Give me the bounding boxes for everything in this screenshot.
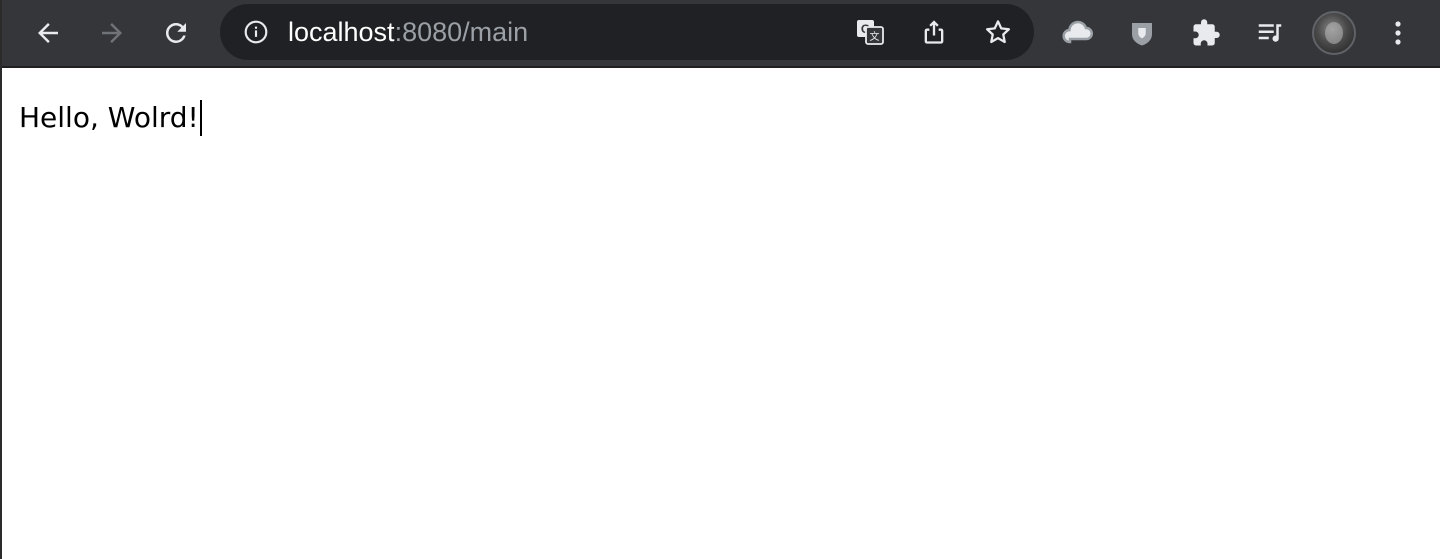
browser-toolbar: localhost:8080/main G 文 [2, 0, 1440, 68]
media-queue-button[interactable] [1250, 13, 1290, 53]
extensions-button[interactable] [1186, 13, 1226, 53]
share-button[interactable] [914, 12, 954, 52]
bookmark-button[interactable] [978, 12, 1018, 52]
reload-icon [165, 22, 186, 43]
arrow-left-icon [38, 23, 58, 43]
url-text[interactable]: localhost:8080/main [288, 16, 528, 48]
svg-text:文: 文 [870, 30, 880, 43]
browser-menu-button[interactable] [1378, 13, 1418, 53]
url-host: localhost [288, 17, 395, 47]
address-bar[interactable]: localhost:8080/main G 文 [220, 4, 1034, 60]
text-caret [199, 100, 202, 136]
media-queue-icon [1258, 24, 1282, 42]
hello-text-value: Hello, Wolrd! [19, 101, 199, 134]
cloud-icon [1062, 20, 1094, 44]
extension-cloud-button[interactable] [1058, 13, 1098, 53]
page-content[interactable]: Hello, Wolrd! [2, 68, 1440, 559]
puzzle-icon [1193, 19, 1220, 46]
shield-icon [1132, 23, 1152, 46]
hello-text[interactable]: Hello, Wolrd! [19, 100, 202, 136]
kebab-menu-icon [1395, 21, 1401, 45]
avatar-face [1325, 22, 1343, 44]
translate-button[interactable]: G 文 [850, 12, 890, 52]
translate-icon: G 文 [857, 20, 884, 45]
browser-window: localhost:8080/main G 文 [0, 0, 1440, 559]
url-path: :8080/main [394, 17, 529, 47]
forward-button[interactable] [92, 13, 132, 53]
back-button[interactable] [28, 13, 68, 53]
star-icon [986, 20, 1010, 44]
share-icon [924, 20, 944, 44]
avatar[interactable] [1312, 11, 1356, 55]
arrow-right-icon [102, 23, 122, 43]
info-icon[interactable] [242, 18, 270, 46]
reload-button[interactable] [156, 13, 196, 53]
extension-shield-button[interactable] [1122, 13, 1162, 53]
